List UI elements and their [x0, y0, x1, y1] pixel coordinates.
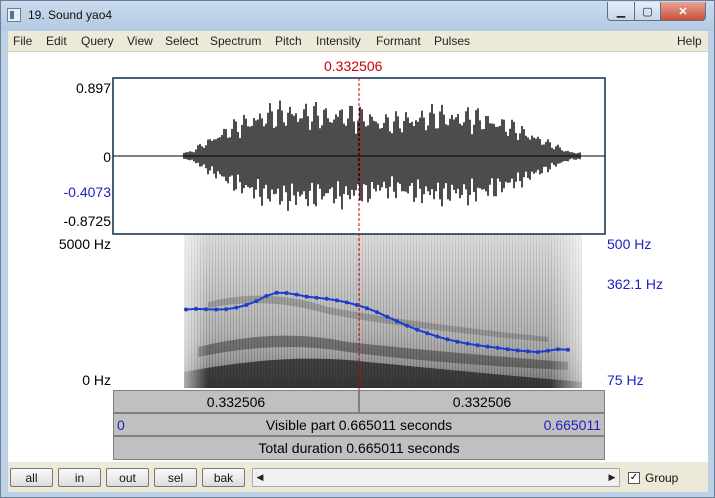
zoom-back-button[interactable]: bak: [202, 468, 245, 487]
pitch-point: [375, 310, 379, 315]
pitch-point: [566, 347, 570, 352]
pitch-point: [405, 323, 410, 328]
pitch-point: [244, 303, 249, 307]
pitch-point: [334, 298, 339, 303]
pitch-point: [395, 319, 400, 324]
pitch-point: [234, 305, 239, 310]
pitch-point: [555, 347, 560, 352]
pitch-point: [264, 293, 269, 298]
menu-help[interactable]: Help: [677, 34, 702, 48]
pitch-point: [535, 350, 540, 355]
menu-query[interactable]: Query: [81, 34, 114, 48]
title-bar[interactable]: 19. Sound yao4 ▁ ▢ ✕: [1, 1, 714, 31]
time-bar-left[interactable]: 0.332506: [113, 390, 359, 413]
pitch-point: [385, 314, 390, 319]
menu-spectrum[interactable]: Spectrum: [210, 34, 261, 48]
zoom-out-button[interactable]: out: [106, 468, 149, 487]
pitch-point: [515, 348, 520, 353]
pitch-point: [304, 294, 309, 299]
pitch-point: [545, 348, 550, 353]
pitch-point: [465, 341, 470, 346]
close-button[interactable]: ✕: [660, 2, 706, 21]
total-duration-bar[interactable]: Total duration 0.665011 seconds: [113, 436, 605, 460]
minimize-button[interactable]: ▁: [607, 2, 635, 21]
visible-part-text: Visible part 0.665011 seconds: [265, 417, 453, 433]
menu-edit[interactable]: Edit: [46, 34, 67, 48]
pitch-point: [455, 339, 460, 344]
pitch-point: [505, 347, 510, 352]
time-bar-right[interactable]: 0.332506: [359, 390, 605, 413]
pitch-point: [445, 337, 450, 342]
visible-end: 0.665011: [543, 417, 601, 433]
pitch-point: [314, 295, 319, 300]
group-label: Group: [645, 471, 679, 485]
menu-intensity[interactable]: Intensity: [316, 34, 361, 48]
pitch-point: [324, 296, 329, 301]
menu-view[interactable]: View: [127, 34, 153, 48]
pitch-point: [435, 334, 440, 339]
menu-bar: File Edit Query View Select Spectrum Pit…: [8, 31, 708, 52]
pitch-point: [415, 327, 420, 332]
zoom-selection-button[interactable]: sel: [154, 468, 197, 487]
time-scrollbar[interactable]: ◀ ▶: [252, 468, 620, 487]
maximize-button[interactable]: ▢: [634, 2, 661, 21]
pitch-point: [364, 306, 369, 311]
window-title: 19. Sound yao4: [28, 8, 113, 22]
spectrogram[interactable]: [184, 234, 582, 388]
app-icon: [7, 8, 21, 22]
group-checkbox[interactable]: ✓: [628, 472, 640, 484]
checkmark-icon: ✓: [629, 472, 639, 483]
pitch-point: [214, 307, 219, 312]
pitch-point: [354, 303, 359, 307]
maximize-icon: ▢: [642, 5, 653, 18]
time-bar-right-text: 0.332506: [452, 394, 512, 410]
pitch-point: [294, 292, 299, 297]
menu-pulses[interactable]: Pulses: [434, 34, 470, 48]
total-duration-text: Total duration 0.665011 seconds: [258, 440, 460, 456]
pitch-point: [344, 300, 349, 305]
pitch-point: [274, 290, 279, 295]
pitch-point: [485, 344, 490, 349]
pitch-point: [525, 349, 530, 354]
pitch-point: [475, 343, 480, 348]
scroll-right-icon[interactable]: ▶: [605, 469, 619, 486]
bottom-toolbar: all in out sel bak ◀ ▶ ✓ Group: [8, 462, 708, 492]
scroll-left-icon[interactable]: ◀: [253, 469, 267, 486]
pitch-point: [425, 331, 430, 336]
pitch-point: [204, 307, 209, 312]
menu-formant[interactable]: Formant: [376, 34, 421, 48]
visible-part-bar[interactable]: 0 Visible part 0.665011 seconds 0.665011: [113, 413, 605, 436]
sound-editor-window: 19. Sound yao4 ▁ ▢ ✕ File Edit Query Vie…: [0, 0, 715, 498]
pitch-point: [224, 307, 229, 312]
pitch-point: [495, 345, 500, 350]
zoom-in-button[interactable]: in: [58, 468, 101, 487]
pitch-point: [184, 307, 188, 312]
menu-pitch[interactable]: Pitch: [275, 34, 302, 48]
menu-select[interactable]: Select: [165, 34, 198, 48]
pitch-point: [254, 299, 259, 304]
pitch-point: [284, 291, 289, 295]
menu-file[interactable]: File: [13, 34, 32, 48]
client-area: File Edit Query View Select Spectrum Pit…: [8, 31, 708, 492]
time-bar-left-text: 0.332506: [206, 394, 266, 410]
close-icon: ✕: [678, 5, 688, 18]
minimize-icon: ▁: [616, 5, 626, 18]
all-button[interactable]: all: [10, 468, 53, 487]
pitch-point: [194, 306, 199, 311]
editor-content: 0.332506 0.897 0 -0.4073 -0.8725 5000 Hz…: [8, 52, 708, 462]
